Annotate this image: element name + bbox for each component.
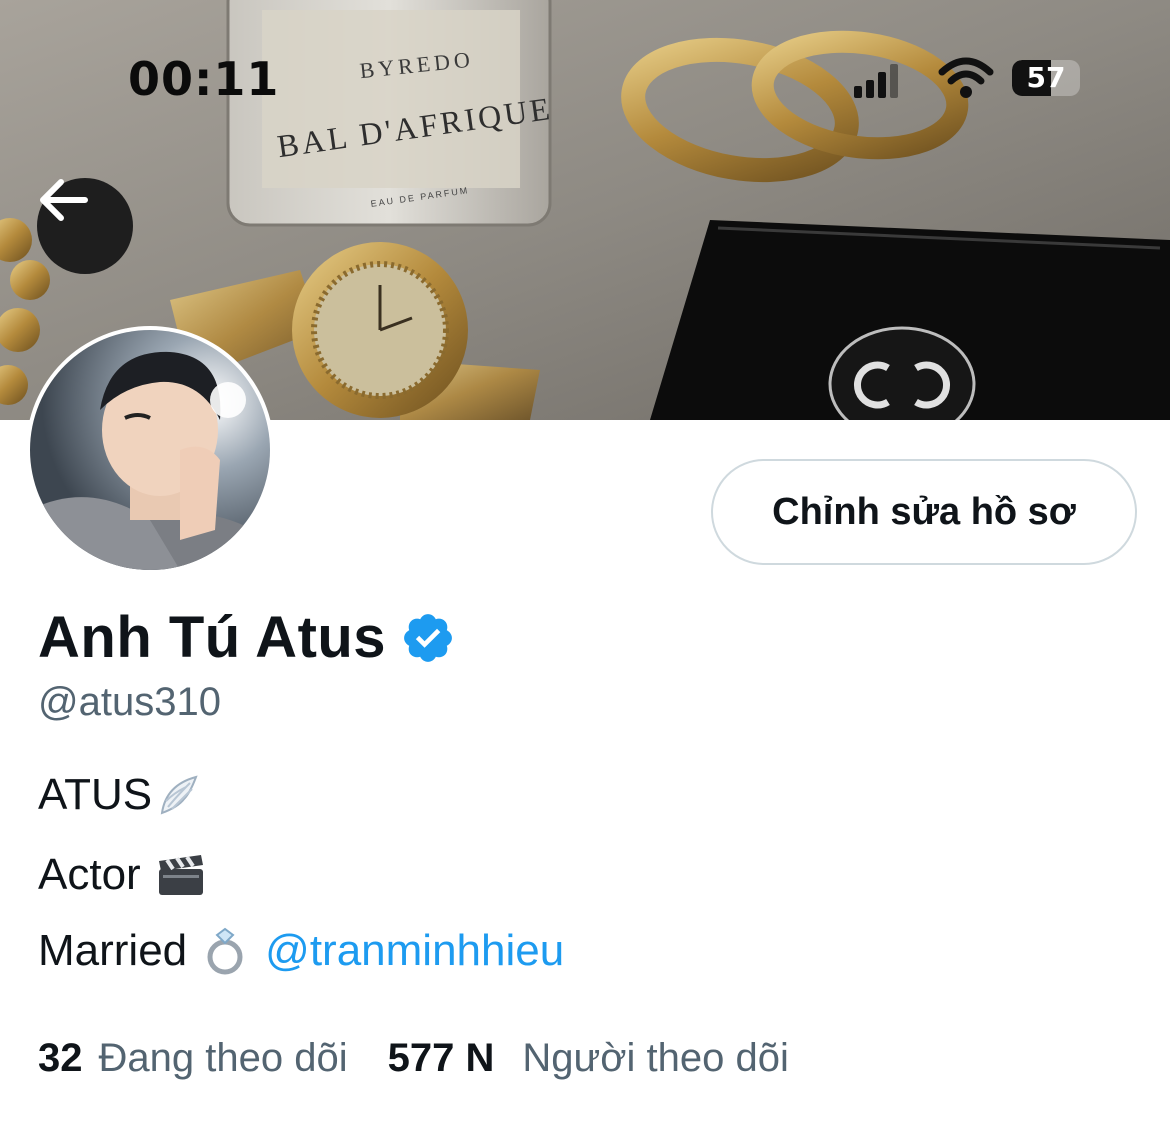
avatar-photo: [30, 330, 270, 570]
wing-emoji-icon: [160, 775, 198, 815]
verified-badge-icon[interactable]: [400, 610, 456, 666]
cellular-signal-icon: [854, 64, 898, 98]
name-row: Anh Tú Atus: [38, 604, 456, 671]
wifi-icon: [938, 57, 994, 98]
avatar[interactable]: [26, 326, 274, 574]
arrow-left-icon: [40, 179, 88, 221]
following-label: Đang theo dõi: [98, 1036, 348, 1080]
bio-text-1: ATUS: [38, 770, 153, 819]
bio-line-1: ATUS: [38, 770, 200, 820]
battery-percent: 57: [1026, 61, 1066, 94]
following-stat[interactable]: 32 Đang theo dõi: [38, 1036, 348, 1081]
followers-count: 577 N: [387, 1036, 495, 1080]
followers-stat[interactable]: 577 N Người theo dõi: [388, 1036, 789, 1081]
display-name: Anh Tú Atus: [38, 605, 387, 670]
bio-text-2: Actor: [38, 850, 141, 899]
bio-line-2: Actor: [38, 850, 205, 900]
following-count: 32: [38, 1036, 83, 1080]
bio-line-3: Married @tranminhhieu: [38, 926, 564, 976]
status-icons: 57: [852, 56, 1092, 106]
edit-profile-button[interactable]: Chỉnh sửa hồ sơ: [711, 459, 1137, 565]
ring-emoji-icon: [207, 927, 243, 975]
user-handle: @atus310: [38, 680, 221, 724]
followers-label: Người theo dõi: [522, 1036, 789, 1080]
battery-indicator: 57: [1012, 60, 1080, 96]
clapper-board-emoji-icon: [158, 855, 203, 895]
bio-mention-link[interactable]: @tranminhhieu: [265, 926, 564, 976]
follow-stats: 32 Đang theo dõi 577 N Người theo dõi: [38, 1036, 789, 1081]
status-time: 00:11: [128, 52, 280, 106]
back-button[interactable]: [37, 178, 133, 274]
bio-text-3: Married: [38, 926, 188, 975]
